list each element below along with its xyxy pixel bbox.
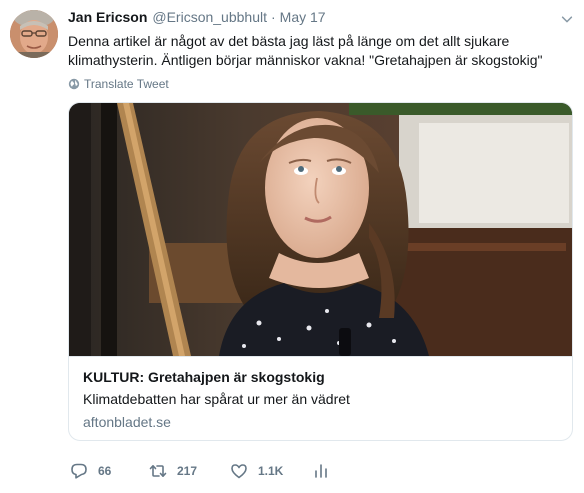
reply-icon (71, 463, 87, 479)
translate-tweet-link[interactable]: Translate Tweet (68, 77, 169, 91)
tweet-date[interactable]: May 17 (280, 9, 326, 25)
card-title: KULTUR: Gretahajpen är skogstokig (83, 369, 325, 385)
card-description: Klimatdebatten har spårat ur mer än vädr… (83, 391, 350, 407)
reply-count: 66 (98, 464, 112, 478)
avatar[interactable] (10, 10, 58, 58)
tweet-header: Jan Ericson @Ericson_ubbhult · May 17 (68, 9, 326, 29)
tweet-text-line: Denna artikel är något av det bästa jag … (68, 33, 510, 49)
retweet-button[interactable]: 217 (149, 462, 197, 480)
globe-icon (68, 78, 80, 90)
like-button[interactable]: 1.1K (230, 462, 283, 480)
author-name[interactable]: Jan Ericson (68, 9, 147, 25)
chevron-down-icon[interactable] (560, 12, 576, 28)
analytics-icon (315, 464, 327, 478)
heart-icon (231, 464, 247, 479)
translate-label: Translate Tweet (84, 77, 169, 91)
card-domain: aftonbladet.se (83, 414, 171, 430)
like-count: 1.1K (258, 464, 284, 478)
retweet-count: 217 (177, 464, 198, 478)
tweet: Jan Ericson @Ericson_ubbhult · May 17 De… (0, 0, 584, 493)
tweet-text-line: klimathysterin. Äntligen börjar människo… (68, 52, 543, 68)
header-separator: · (271, 9, 276, 25)
tweet-text: Denna artikel är något av det bästa jag … (68, 32, 568, 70)
reply-button[interactable]: 66 (70, 462, 111, 480)
author-handle[interactable]: @Ericson_ubbhult (152, 9, 267, 25)
analytics-button[interactable] (312, 462, 330, 480)
card-body: KULTUR: Gretahajpen är skogstokig Klimat… (69, 356, 572, 440)
link-card[interactable]: KULTUR: Gretahajpen är skogstokig Klimat… (68, 102, 573, 441)
retweet-icon (149, 465, 167, 477)
card-image (69, 103, 572, 356)
